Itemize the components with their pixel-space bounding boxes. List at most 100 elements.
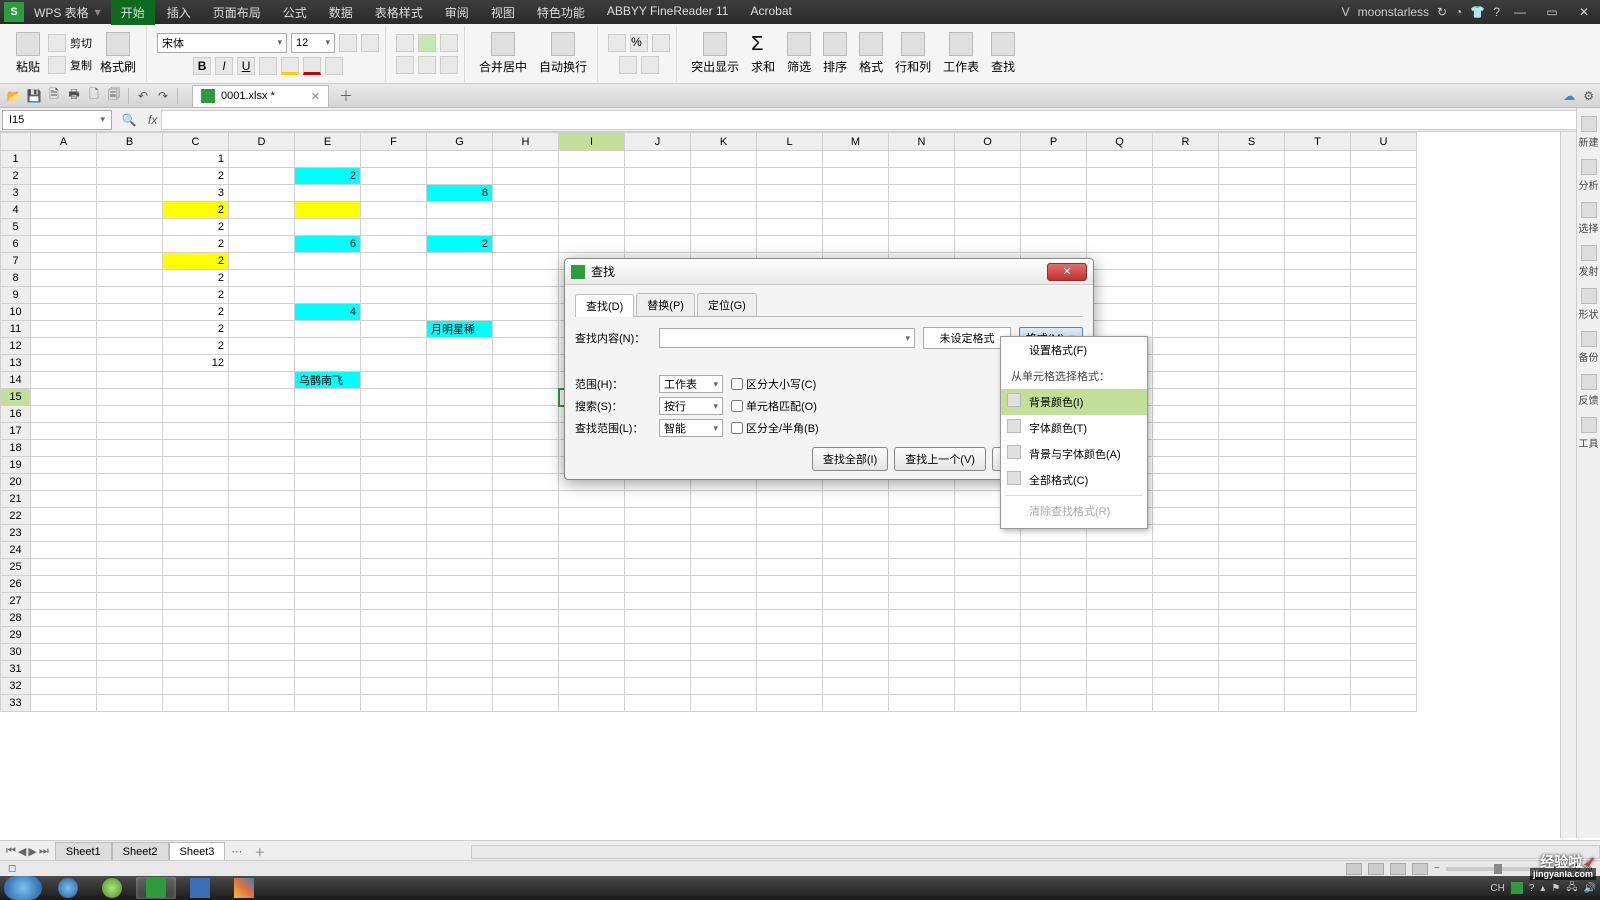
cell-G5[interactable] (427, 219, 493, 236)
cell-H29[interactable] (493, 627, 559, 644)
cell-E8[interactable] (295, 270, 361, 287)
cell-T18[interactable] (1285, 440, 1351, 457)
cell-L30[interactable] (757, 644, 823, 661)
cell-B6[interactable] (97, 236, 163, 253)
cell-D19[interactable] (229, 457, 295, 474)
menu-特色功能[interactable]: 特色功能 (527, 0, 595, 25)
cell-A8[interactable] (31, 270, 97, 287)
cell-P3[interactable] (1021, 185, 1087, 202)
cell-S27[interactable] (1219, 593, 1285, 610)
cell-O32[interactable] (955, 678, 1021, 695)
doc-tab-close-icon[interactable]: ✕ (311, 90, 320, 103)
cell-L1[interactable] (757, 151, 823, 168)
cell-S6[interactable] (1219, 236, 1285, 253)
cell-P5[interactable] (1021, 219, 1087, 236)
cell-S31[interactable] (1219, 661, 1285, 678)
cell-O29[interactable] (955, 627, 1021, 644)
cell-N32[interactable] (889, 678, 955, 695)
cell-C2[interactable]: 2 (163, 168, 229, 185)
cell-S26[interactable] (1219, 576, 1285, 593)
cell-E5[interactable] (295, 219, 361, 236)
cloud-sync-icon[interactable]: ☁ (1563, 89, 1575, 103)
cell-I29[interactable] (559, 627, 625, 644)
format-painter-button[interactable]: 格式刷 (96, 30, 140, 77)
cell-J32[interactable] (625, 678, 691, 695)
cell-J30[interactable] (625, 644, 691, 661)
cell-S13[interactable] (1219, 355, 1285, 372)
cell-E18[interactable] (295, 440, 361, 457)
cell-J25[interactable] (625, 559, 691, 576)
row-header-27[interactable]: 27 (1, 593, 31, 610)
cell-J23[interactable] (625, 525, 691, 542)
cell-J4[interactable] (625, 202, 691, 219)
cell-D14[interactable] (229, 372, 295, 389)
cell-B28[interactable] (97, 610, 163, 627)
cell-Q24[interactable] (1087, 542, 1153, 559)
cell-Q4[interactable] (1087, 202, 1153, 219)
cell-C8[interactable]: 2 (163, 270, 229, 287)
cell-A23[interactable] (31, 525, 97, 542)
cell-G14[interactable] (427, 372, 493, 389)
cell-D3[interactable] (229, 185, 295, 202)
cell-E16[interactable] (295, 406, 361, 423)
cell-R23[interactable] (1153, 525, 1219, 542)
cell-E7[interactable] (295, 253, 361, 270)
cell-O2[interactable] (955, 168, 1021, 185)
cell-A21[interactable] (31, 491, 97, 508)
cell-G21[interactable] (427, 491, 493, 508)
cell-S16[interactable] (1219, 406, 1285, 423)
copy-label[interactable]: 复制 (70, 57, 92, 73)
cell-C6[interactable]: 2 (163, 236, 229, 253)
cell-G23[interactable] (427, 525, 493, 542)
cell-F31[interactable] (361, 661, 427, 678)
cell-F33[interactable] (361, 695, 427, 712)
cell-E19[interactable] (295, 457, 361, 474)
cell-C29[interactable] (163, 627, 229, 644)
cell-G25[interactable] (427, 559, 493, 576)
cell-P30[interactable] (1021, 644, 1087, 661)
cell-B10[interactable] (97, 304, 163, 321)
cell-L5[interactable] (757, 219, 823, 236)
menu-all-format[interactable]: 全部格式(C) (1001, 467, 1147, 493)
cell-M1[interactable] (823, 151, 889, 168)
cell-B15[interactable] (97, 389, 163, 406)
row-header-12[interactable]: 12 (1, 338, 31, 355)
border-icon[interactable] (259, 57, 277, 75)
cell-S25[interactable] (1219, 559, 1285, 576)
row-header-21[interactable]: 21 (1, 491, 31, 508)
cell-D29[interactable] (229, 627, 295, 644)
cell-A29[interactable] (31, 627, 97, 644)
settings-icon[interactable]: ⚙ (1583, 89, 1594, 103)
cell-F9[interactable] (361, 287, 427, 304)
name-box[interactable]: I15▾ (2, 110, 112, 130)
cell-C5[interactable]: 2 (163, 219, 229, 236)
cell-G7[interactable] (427, 253, 493, 270)
cell-T1[interactable] (1285, 151, 1351, 168)
side-反馈[interactable]: 反馈 (1579, 374, 1599, 407)
cell-G1[interactable] (427, 151, 493, 168)
cell-N29[interactable] (889, 627, 955, 644)
cell-T11[interactable] (1285, 321, 1351, 338)
cell-T3[interactable] (1285, 185, 1351, 202)
menu-Acrobat[interactable]: Acrobat (740, 0, 801, 25)
cell-R17[interactable] (1153, 423, 1219, 440)
find-content-input[interactable]: ▾ (659, 328, 915, 348)
menu-set-format[interactable]: 设置格式(F) (1001, 337, 1147, 363)
cell-C12[interactable]: 2 (163, 338, 229, 355)
increase-decimal-icon[interactable] (619, 56, 637, 74)
cell-H7[interactable] (493, 253, 559, 270)
cell-I2[interactable] (559, 168, 625, 185)
cell-E3[interactable] (295, 185, 361, 202)
app-menu-dropdown-icon[interactable]: ▾ (95, 5, 101, 19)
menu-bg-and-font[interactable]: 背景与字体颜色(A) (1001, 441, 1147, 467)
cell-S11[interactable] (1219, 321, 1285, 338)
cell-R2[interactable] (1153, 168, 1219, 185)
cell-H23[interactable] (493, 525, 559, 542)
row-header-18[interactable]: 18 (1, 440, 31, 457)
cell-A33[interactable] (31, 695, 97, 712)
cell-N5[interactable] (889, 219, 955, 236)
cell-H32[interactable] (493, 678, 559, 695)
cell-K28[interactable] (691, 610, 757, 627)
row-header-4[interactable]: 4 (1, 202, 31, 219)
cell-U18[interactable] (1351, 440, 1417, 457)
